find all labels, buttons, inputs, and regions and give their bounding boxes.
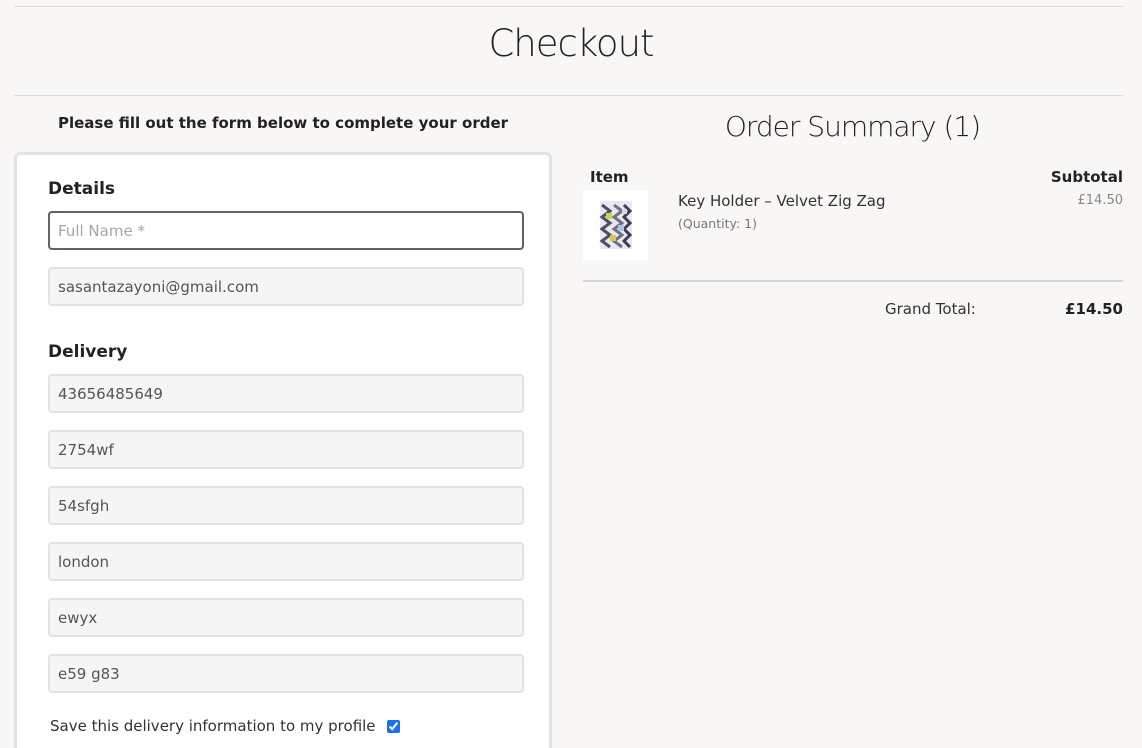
save-info-row[interactable]: Save this delivery information to my pro… (50, 717, 400, 735)
email-input[interactable] (48, 267, 524, 306)
full-name-input[interactable] (48, 211, 524, 250)
header-divider (14, 95, 1123, 96)
county-input[interactable] (48, 654, 524, 693)
town-or-city-input[interactable] (48, 542, 524, 581)
save-info-label: Save this delivery information to my pro… (50, 717, 376, 735)
item-column-header: Item (590, 168, 629, 186)
page-title: Checkout (488, 22, 654, 65)
product-name: Key Holder – Velvet Zig Zag (678, 192, 886, 210)
postcode-input[interactable] (48, 430, 524, 469)
street-address2-input[interactable] (48, 598, 524, 637)
street-address1-input[interactable] (48, 486, 524, 525)
checkout-form: Details Delivery Save this delivery info… (14, 152, 552, 748)
phone-number-input[interactable] (48, 374, 524, 413)
grand-total-label: Grand Total: (885, 300, 976, 318)
save-info-checkbox[interactable] (386, 719, 400, 733)
product-quantity: (Quantity: 1) (678, 216, 757, 231)
product-thumbnail (583, 190, 648, 260)
product-subtotal: £14.50 (1077, 193, 1124, 208)
summary-divider (583, 280, 1123, 282)
subtotal-column-header: Subtotal (1050, 168, 1123, 186)
key-holder-zigzag-icon (599, 201, 632, 249)
grand-total-value: £14.50 (1065, 300, 1123, 318)
top-divider (14, 6, 1123, 7)
order-summary-title: Order Summary (1) (724, 110, 981, 143)
details-heading: Details (48, 179, 116, 199)
form-instructions: Please fill out the form below to comple… (57, 114, 509, 132)
delivery-heading: Delivery (48, 342, 128, 362)
